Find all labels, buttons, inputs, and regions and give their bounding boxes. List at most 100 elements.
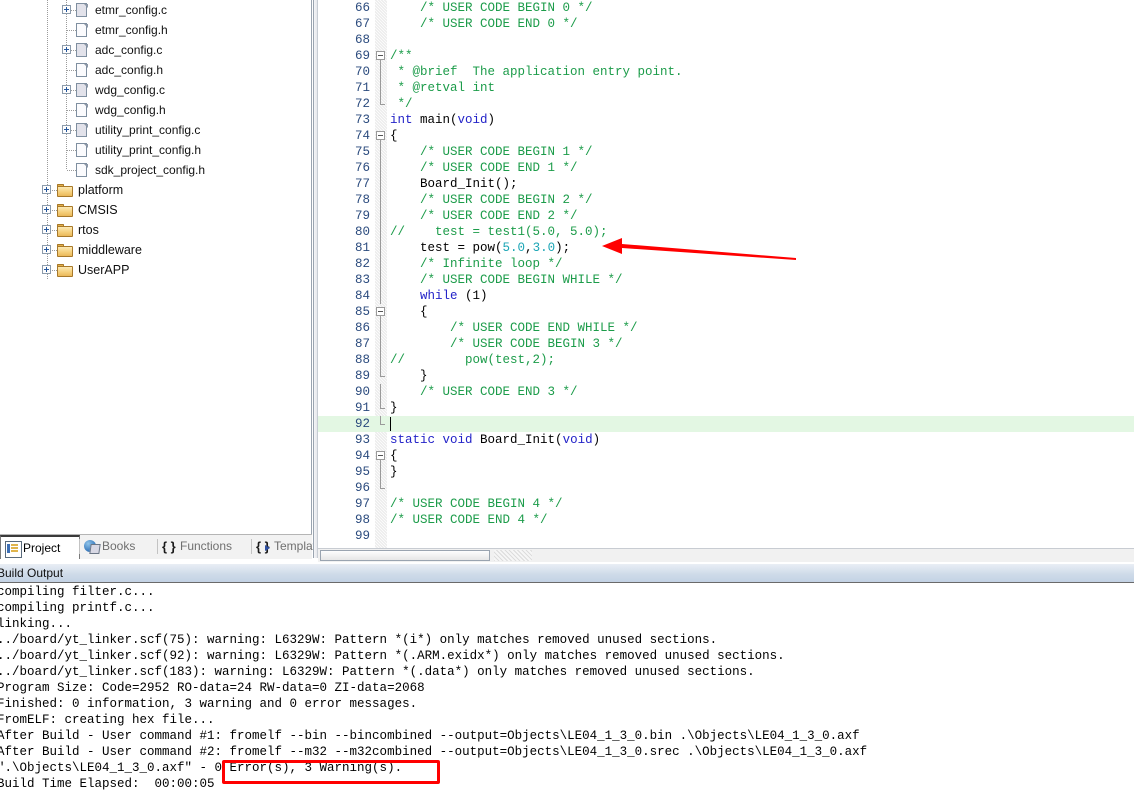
- tree-item-file[interactable]: adc_config.h: [0, 60, 312, 80]
- line-number: 85: [354, 305, 370, 319]
- editor-hscroll-track[interactable]: [494, 550, 532, 561]
- tree-item-folder[interactable]: UserAPP: [0, 260, 312, 280]
- code-token: /* USER CODE BEGIN 3 */: [450, 337, 623, 351]
- code-line[interactable]: 85 {: [318, 304, 1134, 320]
- tree-item-label: utility_print_config.c: [95, 123, 201, 137]
- code-token: Board_Init();: [390, 177, 518, 191]
- code-line[interactable]: 77 Board_Init();: [318, 176, 1134, 192]
- tree-item-file[interactable]: sdk_project_config.h: [0, 160, 312, 180]
- code-line-text: /* USER CODE END 2 */: [390, 208, 578, 224]
- panel-tab-functions[interactable]: { } Functions: [158, 535, 252, 558]
- code-line[interactable]: 68: [318, 32, 1134, 48]
- code-editor[interactable]: 66 /* USER CODE BEGIN 0 */67 /* USER COD…: [318, 0, 1134, 548]
- tree-expander-icon[interactable]: [42, 245, 51, 254]
- tree-expander-icon[interactable]: [62, 125, 71, 134]
- code-line[interactable]: 78 /* USER CODE BEGIN 2 */: [318, 192, 1134, 208]
- line-number: 67: [354, 17, 370, 31]
- code-line[interactable]: 98 /* USER CODE END 4 */: [318, 512, 1134, 528]
- code-line[interactable]: 88 // pow(test,2);: [318, 352, 1134, 368]
- code-line[interactable]: 92: [318, 416, 1134, 432]
- code-line[interactable]: 90 /* USER CODE END 3 */: [318, 384, 1134, 400]
- project-tree-panel[interactable]: etmr_config.c etmr_config.h adc_config.cad…: [0, 0, 312, 534]
- code-fold-toggle-icon[interactable]: [376, 131, 385, 140]
- code-line[interactable]: 93 static void Board_Init(void): [318, 432, 1134, 448]
- editor-horizontal-scrollbar[interactable]: [318, 548, 1134, 562]
- line-number: 77: [354, 177, 370, 191]
- tree-item-folder[interactable]: rtos: [0, 220, 312, 240]
- code-line[interactable]: 67 /* USER CODE END 0 */: [318, 16, 1134, 32]
- tree-expander-icon[interactable]: [62, 85, 71, 94]
- tree-item-label: adc_config.c: [95, 43, 163, 57]
- tree-item-file[interactable]: wdg_config.c: [0, 80, 312, 100]
- tree-guide-line: [47, 20, 48, 40]
- build-output-body[interactable]: compiling filter.c... compiling printf.c.…: [0, 584, 1134, 804]
- build-output-title: Build Output: [0, 566, 64, 580]
- tree-item-file[interactable]: etmr_config.c: [0, 0, 312, 20]
- code-line[interactable]: 75 /* USER CODE BEGIN 1 */: [318, 144, 1134, 160]
- fold-guide-line: [380, 64, 381, 80]
- project-panel-tabstrip[interactable]: Project Books{ } Functions{ } Templates: [0, 534, 347, 559]
- project-tree-list[interactable]: etmr_config.c etmr_config.h adc_config.cad…: [0, 0, 312, 280]
- tree-guide-line: [66, 160, 67, 170]
- code-line-text: /* USER CODE END 0 */: [390, 16, 578, 32]
- code-line[interactable]: 82 /* Infinite loop */: [318, 256, 1134, 272]
- code-fold-toggle-icon[interactable]: [376, 51, 385, 60]
- tree-item-file[interactable]: utility_print_config.c: [0, 120, 312, 140]
- code-line[interactable]: 95}: [318, 464, 1134, 480]
- code-line[interactable]: 79 /* USER CODE END 2 */: [318, 208, 1134, 224]
- tree-item-file[interactable]: utility_print_config.h: [0, 140, 312, 160]
- code-line[interactable]: 84 while (1): [318, 288, 1134, 304]
- code-line-text: /* USER CODE BEGIN 0 */: [390, 0, 593, 16]
- code-line[interactable]: 86 /* USER CODE END WHILE */: [318, 320, 1134, 336]
- panel-tab-project[interactable]: Project: [0, 535, 80, 559]
- tree-item-file[interactable]: etmr_config.h: [0, 20, 312, 40]
- line-number: 74: [354, 129, 370, 143]
- code-line[interactable]: 87 /* USER CODE BEGIN 3 */: [318, 336, 1134, 352]
- code-line[interactable]: 76 /* USER CODE END 1 */: [318, 160, 1134, 176]
- fold-guide-line: [380, 352, 381, 368]
- folder-icon: [57, 244, 73, 257]
- tree-expander-icon[interactable]: [42, 225, 51, 234]
- tree-expander-icon[interactable]: [62, 45, 71, 54]
- code-line[interactable]: 71 * @retval int: [318, 80, 1134, 96]
- tree-guide-line: [47, 0, 48, 20]
- editor-hscroll-thumb[interactable]: [320, 550, 490, 561]
- tree-item-file[interactable]: wdg_config.h: [0, 100, 312, 120]
- code-line[interactable]: 81 test = pow(5.0,3.0);: [318, 240, 1134, 256]
- tree-item-folder[interactable]: CMSIS: [0, 200, 312, 220]
- tree-expander-icon[interactable]: [62, 5, 71, 14]
- code-fold-toggle-icon[interactable]: [376, 451, 385, 460]
- code-line[interactable]: 83 /* USER CODE BEGIN WHILE */: [318, 272, 1134, 288]
- tree-item-folder[interactable]: middleware: [0, 240, 312, 260]
- code-lines[interactable]: 66 /* USER CODE BEGIN 0 */67 /* USER COD…: [318, 0, 1134, 548]
- code-line[interactable]: 73 int main(void): [318, 112, 1134, 128]
- tree-expander-icon[interactable]: [42, 185, 51, 194]
- code-line[interactable]: 70 * @brief The application entry point.: [318, 64, 1134, 80]
- code-line[interactable]: 72 */: [318, 96, 1134, 112]
- code-token: /**: [390, 49, 413, 63]
- code-line[interactable]: 91}: [318, 400, 1134, 416]
- tree-expander-icon[interactable]: [42, 265, 51, 274]
- tree-item-file[interactable]: adc_config.c: [0, 40, 312, 60]
- code-fold-toggle-icon[interactable]: [376, 307, 385, 316]
- code-line-text: int main(void): [390, 112, 495, 128]
- code-line[interactable]: 99: [318, 528, 1134, 544]
- code-line[interactable]: 74 {: [318, 128, 1134, 144]
- fold-guide-end: [380, 368, 385, 377]
- code-line[interactable]: 69 /**: [318, 48, 1134, 64]
- code-line[interactable]: 96: [318, 480, 1134, 496]
- code-line-text: }: [390, 368, 428, 384]
- code-line[interactable]: 80 // test = test1(5.0, 5.0);: [318, 224, 1134, 240]
- code-line[interactable]: 66 /* USER CODE BEGIN 0 */: [318, 0, 1134, 16]
- tree-expander-icon[interactable]: [42, 205, 51, 214]
- panel-tab-books[interactable]: Books: [80, 535, 158, 558]
- code-line[interactable]: 97 /* USER CODE BEGIN 4 */: [318, 496, 1134, 512]
- code-line[interactable]: 89 }: [318, 368, 1134, 384]
- code-token: /* USER CODE END 3 */: [420, 385, 578, 399]
- header-file-icon: [76, 103, 89, 118]
- code-line[interactable]: 94 {: [318, 448, 1134, 464]
- code-token: {: [390, 305, 428, 319]
- tree-item-folder[interactable]: platform: [0, 180, 312, 200]
